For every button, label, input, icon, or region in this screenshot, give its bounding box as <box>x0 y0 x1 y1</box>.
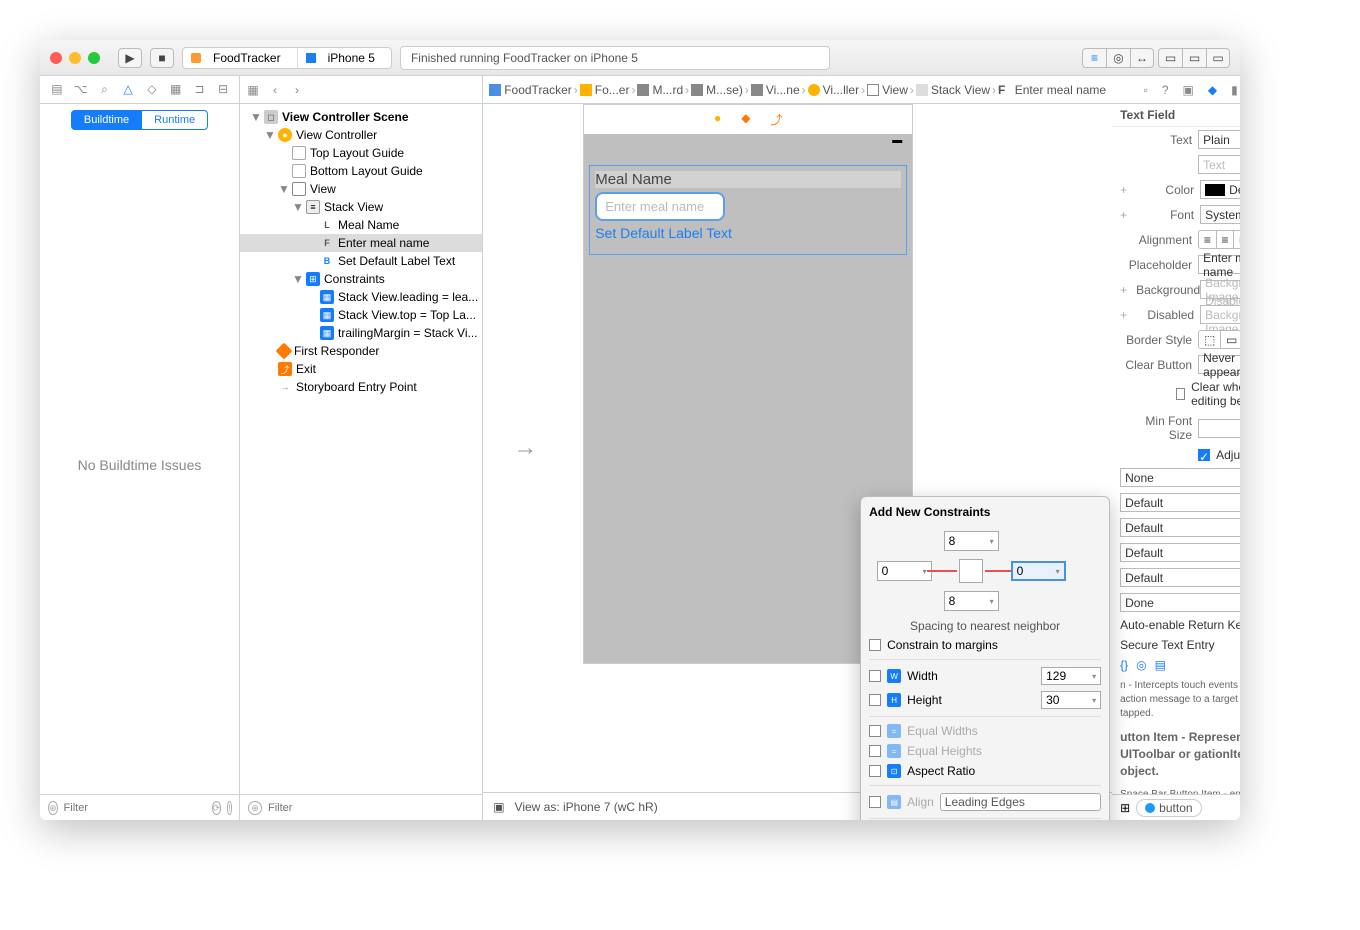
adjust-fit-checkbox[interactable]: ✓ <box>1198 449 1210 461</box>
popover-title: Add New Constraints <box>869 505 1101 519</box>
font-select[interactable]: System 14.0 <box>1200 205 1240 224</box>
titlebar: ▶ ■ FoodTracker iPhone 5 Finished runnin… <box>40 40 1240 76</box>
assistant-editor[interactable]: ◎ <box>1106 48 1130 68</box>
outline-filter-input[interactable] <box>268 802 474 814</box>
errors-only-icon[interactable]: ! <box>227 801 232 815</box>
no-issues-label: No Buildtime Issues <box>40 136 239 794</box>
grid-icon[interactable]: ⊞ <box>1120 801 1130 815</box>
appear-select[interactable]: Default <box>1120 568 1240 587</box>
inspector-heading: Text Field <box>1112 104 1240 127</box>
stack-view-selection[interactable]: Meal Name Enter meal name Set Default La… <box>589 165 907 255</box>
clear-button-select[interactable]: Never appears <box>1198 355 1240 374</box>
run-button[interactable]: ▶ <box>118 48 142 68</box>
disabled-bg-select[interactable]: Disabled Background Image <box>1200 305 1240 324</box>
return-key-select[interactable]: Done <box>1120 593 1240 612</box>
margins-checkbox[interactable] <box>869 639 881 651</box>
spell-select[interactable]: Default <box>1120 518 1240 537</box>
width-checkbox[interactable] <box>869 670 881 682</box>
document-outline[interactable]: ▼◻View Controller Scene ▼●View Controlle… <box>240 104 482 794</box>
center-box <box>959 559 983 583</box>
version-editor[interactable]: ↔ <box>1130 48 1154 68</box>
toggle-utilities[interactable]: ▭ <box>1206 48 1230 68</box>
width-value[interactable]: 129▾ <box>1041 667 1101 685</box>
entry-arrow-icon: → <box>513 434 537 462</box>
forward-icon[interactable]: › <box>290 83 304 97</box>
meal-name-label[interactable]: Meal Name <box>595 171 901 188</box>
text-type-select[interactable]: Plain <box>1198 130 1240 149</box>
view-as-label[interactable]: View as: iPhone 7 (wC hR) <box>515 800 913 814</box>
close-window[interactable] <box>50 52 62 64</box>
meal-name-textfield[interactable]: Enter meal name <box>595 192 725 221</box>
attributes-inspector-icon[interactable]: ◆ <box>1208 83 1217 97</box>
breakpoint-nav-icon[interactable]: ⊐ <box>193 82 207 97</box>
scheme-selector[interactable]: FoodTracker iPhone 5 <box>182 47 392 69</box>
runtime-tab[interactable]: Runtime <box>141 110 208 130</box>
stop-button[interactable]: ■ <box>150 48 174 68</box>
standard-editor[interactable]: ≡ <box>1082 48 1106 68</box>
activity-status: Finished running FoodTracker on iPhone 5 <box>400 46 830 70</box>
outline-selected[interactable]: FEnter meal name <box>240 234 482 252</box>
exit-icon: ⤴ <box>770 111 782 128</box>
set-default-button[interactable]: Set Default Label Text <box>595 225 901 241</box>
corr-select[interactable]: Default <box>1120 493 1240 512</box>
min-font-input[interactable]: 17 <box>1198 419 1240 438</box>
issues-filter[interactable]: ⊕ ⟳ ! <box>40 794 239 820</box>
alignment-segmented[interactable]: ≡≡≡≡— <box>1198 230 1240 249</box>
add-constraints-popover: Add New Constraints 8▾ 0▾ 0▾ 8▾ Spacing … <box>860 496 1110 820</box>
cap-select[interactable]: None <box>1120 468 1240 487</box>
buildtime-tab[interactable]: Buildtime <box>71 110 141 130</box>
help-inspector-icon[interactable]: ? <box>1162 83 1169 97</box>
snippet-lib-icon[interactable]: ◎ <box>1136 658 1146 672</box>
color-select[interactable]: Default <box>1200 180 1240 199</box>
clear-editing-checkbox[interactable] <box>1176 388 1185 400</box>
toggle-navigator[interactable]: ▭ <box>1158 48 1182 68</box>
toggle-debug[interactable]: ▭ <box>1182 48 1206 68</box>
debug-nav-icon[interactable]: ▦ <box>169 82 183 97</box>
placeholder-input[interactable]: Enter meal name <box>1198 255 1240 274</box>
file-inspector-icon[interactable]: ▫ <box>1144 83 1148 97</box>
top-spacing-input[interactable]: 8▾ <box>944 531 999 551</box>
height-value[interactable]: 30▾ <box>1041 691 1101 709</box>
back-icon[interactable]: ‹ <box>268 83 282 97</box>
text-value-input[interactable]: Text <box>1198 155 1240 174</box>
find-nav-icon[interactable]: ⌕ <box>98 82 112 97</box>
filter-icon: ⊕ <box>248 801 262 815</box>
library-filter[interactable]: ⊞ button ⓧ <box>1112 794 1240 820</box>
project-nav-icon[interactable]: ▤ <box>50 82 64 97</box>
spacing-label: Spacing to nearest neighbor <box>869 619 1101 633</box>
right-spacing-input[interactable]: 0▾ <box>1011 561 1066 581</box>
issue-nav-icon[interactable]: △ <box>121 82 135 97</box>
bottom-spacing-input[interactable]: 8▾ <box>944 591 999 611</box>
recent-icon[interactable]: ⟳ <box>212 801 222 815</box>
issues-filter-input[interactable] <box>64 802 206 814</box>
outline-toggle-icon[interactable]: ▣ <box>493 800 504 814</box>
minimize-window[interactable] <box>69 52 81 64</box>
size-inspector-icon[interactable]: ▮ <box>1231 83 1238 97</box>
responder-icon: ◆ <box>741 111 750 128</box>
media-lib-icon[interactable]: ▤ <box>1155 658 1166 672</box>
vc-icon: ● <box>714 111 721 128</box>
test-nav-icon[interactable]: ◇ <box>145 82 159 97</box>
aspect-checkbox[interactable] <box>869 765 881 777</box>
outline-filter[interactable]: ⊕ <box>240 794 482 820</box>
left-strut[interactable] <box>927 570 957 572</box>
align-select[interactable]: Leading Edges <box>940 793 1101 811</box>
left-spacing-input[interactable]: 0▾ <box>877 561 932 581</box>
identity-inspector-icon[interactable]: ▣ <box>1183 83 1194 97</box>
zoom-window[interactable] <box>88 52 100 64</box>
border-style-segmented[interactable]: ⬚▭▭▢ <box>1198 330 1240 349</box>
height-checkbox[interactable] <box>869 694 881 706</box>
report-nav-icon[interactable]: ⊟ <box>216 82 230 97</box>
kb-select[interactable]: Default <box>1120 543 1240 562</box>
object-lib-icon[interactable]: {} <box>1120 658 1128 672</box>
source-control-icon[interactable]: ⌥ <box>74 82 88 97</box>
related-items-icon[interactable]: ▦ <box>246 83 260 97</box>
filter-icon: ⊕ <box>48 801 58 815</box>
jump-bar[interactable]: FoodTracker› Fo...er› M...rd› M...se)› V… <box>483 76 1112 104</box>
